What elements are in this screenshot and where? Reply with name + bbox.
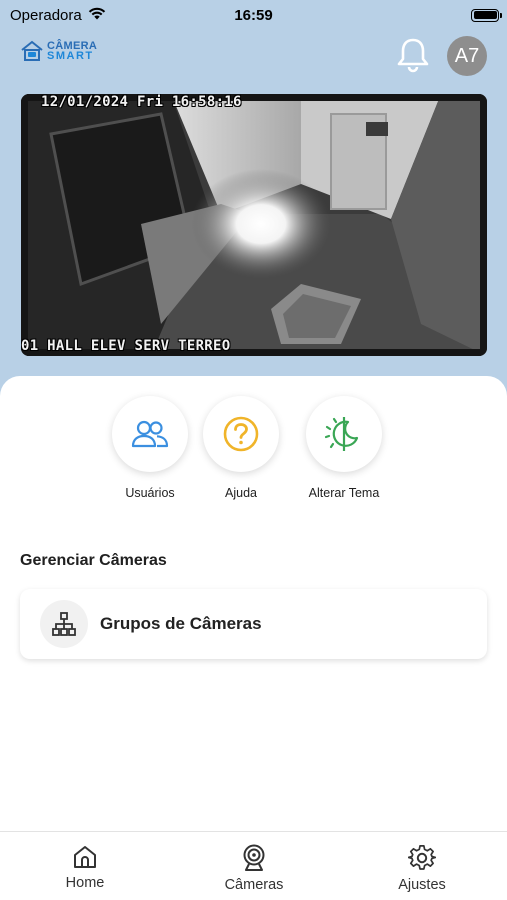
help-action[interactable]: Ajuda	[186, 396, 296, 500]
tab-settings-label: Ajustes	[398, 877, 446, 893]
webcam-icon	[243, 844, 265, 871]
tab-cameras[interactable]: Câmeras	[194, 844, 314, 893]
tab-settings[interactable]: Ajustes	[362, 844, 482, 893]
avatar[interactable]: A7	[447, 36, 487, 76]
help-icon	[223, 416, 259, 452]
users-label: Usuários	[125, 486, 175, 500]
theme-button[interactable]	[306, 396, 382, 472]
home-icon	[74, 846, 96, 868]
theme-icon	[324, 417, 359, 451]
hierarchy-icon	[52, 612, 76, 636]
camera-groups-item[interactable]: Grupos de Câmeras	[20, 589, 487, 659]
logo-line-2: SMART	[47, 50, 94, 62]
theme-label: Alterar Tema	[308, 486, 380, 500]
help-label: Ajuda	[225, 486, 257, 500]
gear-icon	[408, 845, 436, 870]
content-sheet: Usuários Ajuda Alterar Tema Gerenciar Câ…	[0, 376, 507, 831]
help-button[interactable]	[203, 396, 279, 472]
app-header: CÂMERA SMART A7	[0, 34, 507, 78]
hierarchy-icon-wrapper	[40, 600, 88, 648]
bell-icon	[397, 38, 429, 73]
camera-timestamp: 12/01/2024 Fri 16:58:16	[41, 94, 242, 110]
carrier-label: Operadora	[10, 6, 82, 24]
theme-action[interactable]: Alterar Tema	[289, 396, 399, 500]
notifications-button[interactable]	[395, 36, 431, 74]
camera-name: 01 HALL ELEV SERV TERREO	[21, 338, 231, 354]
camera-house-icon	[21, 40, 43, 61]
tab-home-label: Home	[65, 875, 105, 891]
app-logo: CÂMERA SMART	[20, 40, 97, 62]
section-title: Gerenciar Câmeras	[20, 552, 167, 569]
users-button[interactable]	[112, 396, 188, 472]
avatar-initials: A7	[454, 44, 480, 67]
camera-groups-label: Grupos de Câmeras	[100, 614, 262, 633]
camera-live-view[interactable]: 12/01/2024 Fri 16:58:16 01 HALL ELEV SER…	[21, 94, 487, 356]
users-icon	[131, 420, 169, 448]
tab-home[interactable]: Home	[25, 844, 145, 891]
battery-icon	[471, 8, 502, 22]
tab-bar: Home Câmeras Ajustes	[0, 831, 507, 900]
tab-cameras-label: Câmeras	[224, 877, 284, 893]
status-bar: Operadora 16:59	[0, 0, 507, 30]
camera-image	[21, 94, 487, 356]
wifi-icon	[88, 6, 106, 24]
